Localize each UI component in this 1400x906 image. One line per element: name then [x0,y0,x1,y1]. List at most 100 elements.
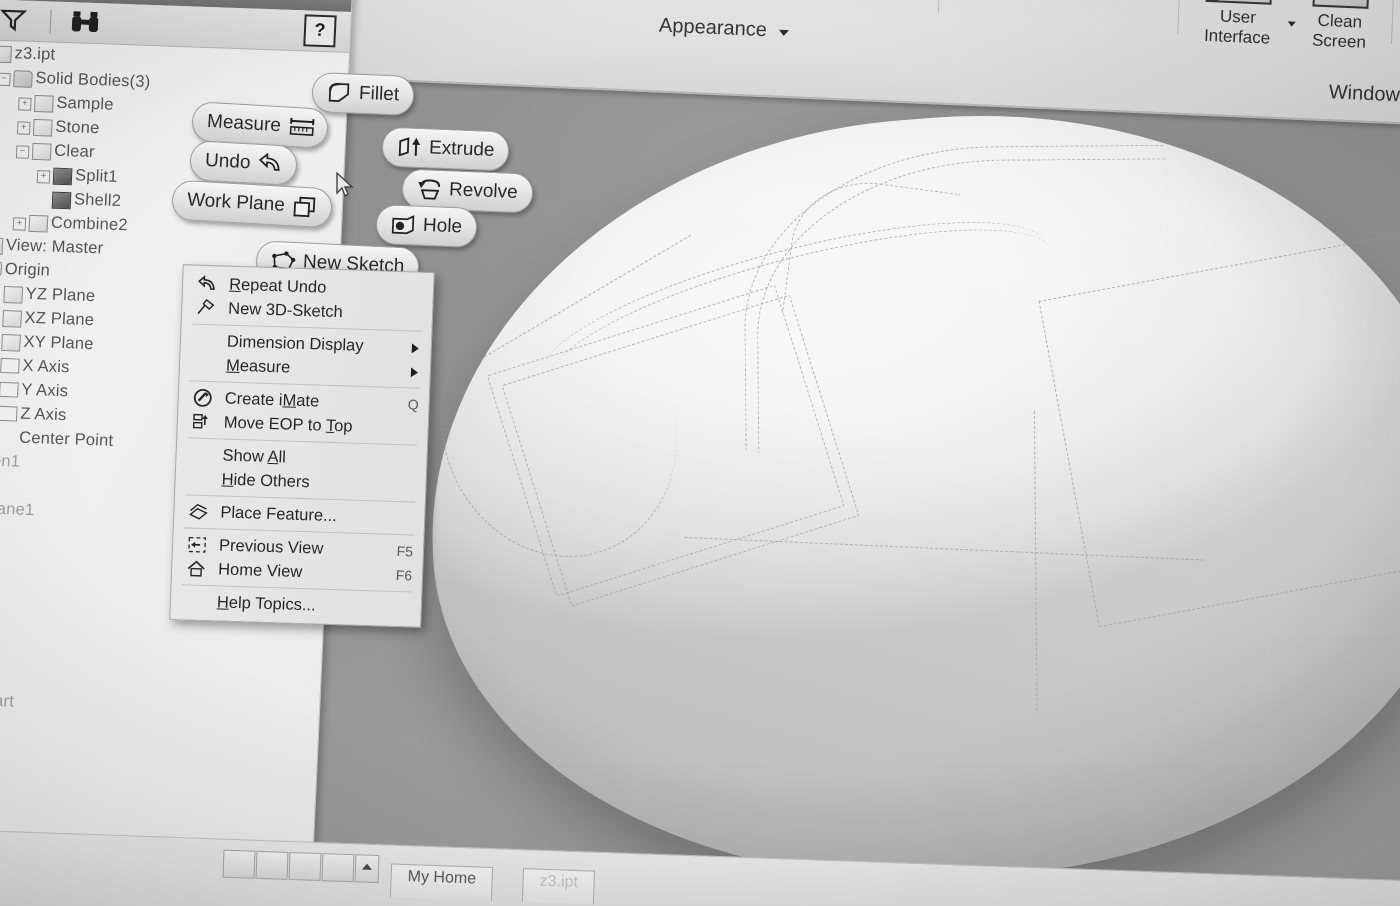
menu-item-label: New 3D-Sketch [227,299,344,322]
sketch-line [1038,231,1400,628]
tab-my-home[interactable]: My Home [389,863,494,902]
expand-icon[interactable]: + [18,97,32,111]
zoom-icon[interactable] [255,850,289,880]
user-interface-button[interactable]: User Interface [1191,0,1287,49]
tab-document[interactable]: z3.ipt [521,868,596,905]
user-interface-icon [1205,0,1274,5]
clean-screen-button[interactable]: Clean Screen [1293,0,1389,54]
expand-icon[interactable]: + [12,217,27,231]
expand-icon[interactable]: + [36,170,51,184]
work-plane-icon [292,195,317,218]
tree-item-label: Clear [53,141,96,162]
clean-screen-icon [1312,0,1371,9]
tree-item-label: Sample [56,93,114,114]
tree-item-label: XZ Plane [24,308,95,330]
imate-icon [192,388,213,408]
tree-item-label: Split1 [74,166,119,186]
marking-button-extrude[interactable]: Extrude [381,126,511,172]
tree-item-label: Extrusion1 [0,449,21,471]
point-icon [0,430,15,446]
marking-button-undo[interactable]: Undo [188,140,299,186]
plane-icon [1,333,21,352]
marking-button-hole[interactable]: Hole [375,203,478,249]
previous-view-icon [187,535,208,554]
menu-item-label: Help Topics... [216,593,316,615]
shell-icon [51,191,72,210]
hole-label: Hole [422,214,463,238]
context-menu[interactable]: Repeat Undo New 3D-Sketch Dimension Displa… [169,264,435,628]
axis-icon [0,357,20,374]
menu-item-label: Previous View [218,536,324,558]
view-icon [0,237,4,255]
fillet-label: Fillet [358,82,400,106]
tree-item-label: z3.ipt [14,44,56,64]
more-icon[interactable] [354,854,380,884]
marking-button-fillet[interactable]: Fillet [311,71,415,117]
menu-item-label: Place Feature... [220,503,338,526]
appearance-dropdown[interactable]: Appearance [659,15,790,44]
measure-icon [288,116,315,139]
extrude-label: Extrude [428,137,495,161]
window-icon[interactable] [288,851,322,882]
tree-item-label: Shell2 [73,190,122,211]
mouse-cursor [336,171,356,200]
menu-item-label: Move EOP to Top [223,413,353,436]
orbit-icon[interactable] [321,853,355,883]
sketch3d-icon [196,298,217,318]
plane-icon [3,285,24,304]
tree-item-label: X Axis [22,356,70,377]
folder-icon [13,70,33,88]
menu-item[interactable]: Help Topics... [170,589,421,621]
axis-icon [0,405,18,422]
filter-icon[interactable] [0,8,28,38]
menu-item[interactable]: Place Feature... [174,499,425,531]
toolbar-divider [49,9,52,34]
cad-screen-photo: x y z y Tracing nce Appearance Half Sect… [0,0,1400,906]
pan-icon[interactable] [222,849,256,879]
tree-item-label: Solid Bodies(3) [35,68,151,91]
tree-item-label: YZ Plane [25,284,96,306]
extrude-icon [397,136,422,159]
work-plane-label: Work Plane [186,189,286,216]
tree-item-label: Center Point [18,428,114,450]
chevron-down-icon [779,29,790,36]
tree-item-label: View: Master [5,236,104,258]
binoculars-icon[interactable] [69,10,100,40]
submenu-arrow-icon [410,367,419,378]
appearance-label: Appearance [658,14,768,42]
revolve-icon [417,178,442,201]
fillet-icon [327,82,352,105]
expand-icon[interactable]: + [16,121,31,135]
clean-screen-label-2: Screen [1311,30,1367,52]
undo-label: Undo [204,149,252,174]
part-icon [0,45,12,64]
menu-item-accelerator: F6 [395,567,413,584]
axis-icon [0,381,19,398]
menu-item-label: Measure [225,356,291,377]
tree-item-label: XY Plane [23,332,95,354]
menu-item-accelerator: Q [407,396,419,413]
menu-item-label: Show All [222,446,287,467]
move-eop-icon [192,413,213,432]
body-icon [32,118,53,137]
user-interface-label-2: Interface [1203,25,1271,48]
body-icon [31,142,52,161]
home-view-icon [186,559,207,578]
collapse-icon[interactable]: − [15,145,30,159]
half-section-view-label: Half Section View [993,0,1150,1]
menu-item-accelerator: F5 [396,543,414,560]
close-icon[interactable]: x [322,0,330,2]
ribbon-separator [1177,0,1183,35]
tree-item-label: Origin [4,260,51,280]
windows-panel-label: Windows [1328,81,1400,107]
split-icon [52,167,73,186]
place-feature-icon [188,502,209,521]
hole-icon [391,214,416,237]
half-section-view-button[interactable]: Half Section View [959,0,1173,5]
help-button[interactable]: ? [303,14,337,48]
tree-item-label: Stone [54,117,100,138]
collapse-icon[interactable]: − [0,72,11,87]
undo-icon [258,152,283,176]
menu-item-label: Hide Others [221,470,311,492]
origin-icon [0,261,3,279]
